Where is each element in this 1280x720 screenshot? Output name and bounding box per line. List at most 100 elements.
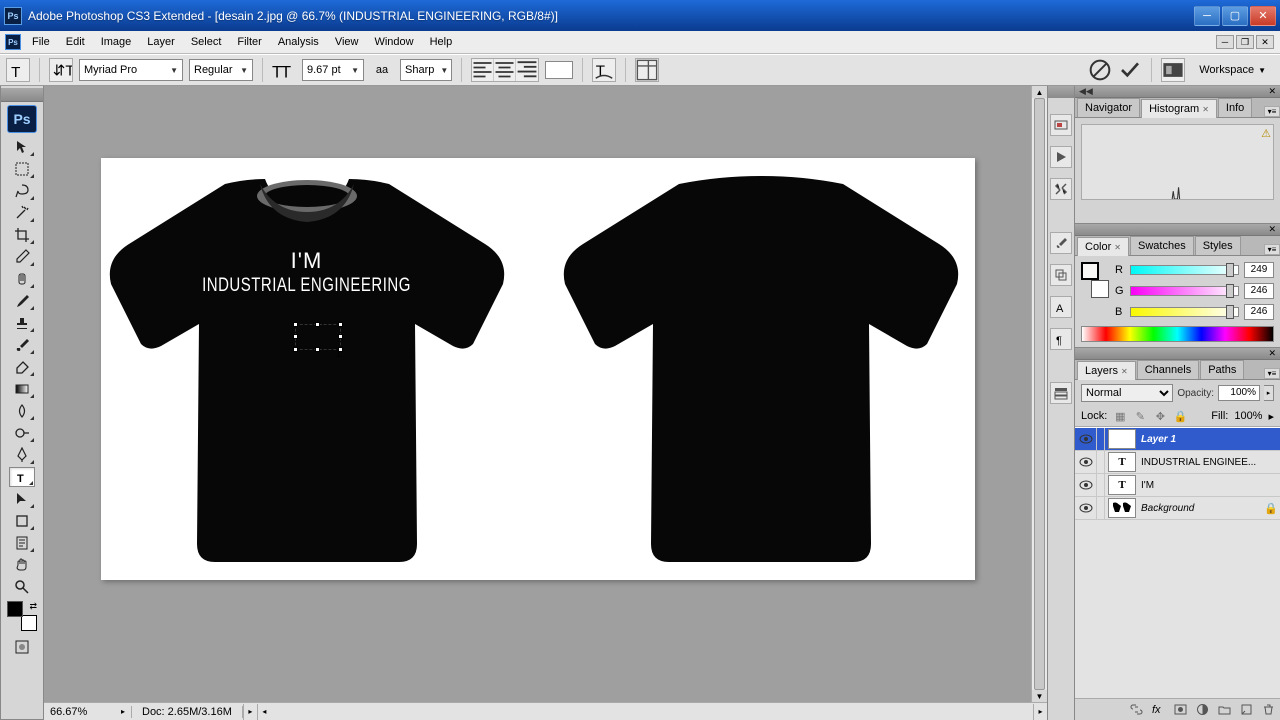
r-slider[interactable] xyxy=(1130,265,1239,275)
eraser-tool[interactable] xyxy=(9,357,35,377)
background-color-swatch[interactable] xyxy=(21,615,37,631)
wand-tool[interactable] xyxy=(9,203,35,223)
doc-size[interactable]: Doc: 2.65M/3.16M xyxy=(132,706,243,718)
color-fgbg-swatch[interactable] xyxy=(1081,262,1109,298)
swap-colors-icon[interactable]: ⇄ xyxy=(29,601,37,612)
menu-help[interactable]: Help xyxy=(422,33,461,51)
blend-mode-dropdown[interactable]: Normal xyxy=(1081,384,1173,402)
layer-name[interactable]: Background xyxy=(1139,503,1262,514)
new-layer-button[interactable] xyxy=(1238,702,1254,718)
opacity-arrow[interactable]: ▸ xyxy=(1264,385,1274,401)
layer-row[interactable]: T Layer 1 xyxy=(1075,428,1280,451)
antialias-dropdown[interactable]: Sharp▼ xyxy=(400,59,452,81)
gradient-tool[interactable] xyxy=(9,379,35,399)
character-panel-button[interactable] xyxy=(635,58,659,82)
color-panel-menu[interactable]: ▾≡ xyxy=(1264,244,1280,255)
align-left-button[interactable] xyxy=(472,59,494,81)
fill-value[interactable]: 100% xyxy=(1234,410,1262,422)
lock-paint-icon[interactable]: ✎ xyxy=(1133,409,1147,423)
status-menu-button[interactable]: ▸ xyxy=(243,704,257,720)
workspace-dropdown[interactable]: Workspace▼ xyxy=(1191,61,1274,79)
color-picker[interactable]: ⇄ xyxy=(7,601,37,631)
layer-row[interactable]: T I'M xyxy=(1075,474,1280,497)
dock-grip[interactable] xyxy=(1048,86,1074,98)
bridge-button[interactable] xyxy=(1161,58,1185,82)
tab-styles[interactable]: Styles xyxy=(1195,236,1241,255)
tab-swatches[interactable]: Swatches xyxy=(1130,236,1194,255)
nav-panel-grip[interactable]: ◀◀✕ xyxy=(1075,86,1280,98)
mdi-minimize-button[interactable]: ─ xyxy=(1216,35,1234,49)
layers-panel-menu[interactable]: ▾≡ xyxy=(1264,368,1280,379)
align-right-button[interactable] xyxy=(516,59,538,81)
menu-window[interactable]: Window xyxy=(366,33,421,51)
delete-layer-button[interactable] xyxy=(1260,702,1276,718)
layer-row[interactable]: T INDUSTRIAL ENGINEE... xyxy=(1075,451,1280,474)
group-layers-button[interactable] xyxy=(1216,702,1232,718)
hscroll-right-button[interactable]: ▸ xyxy=(1033,704,1047,720)
lasso-tool[interactable] xyxy=(9,181,35,201)
opacity-value[interactable]: 100% xyxy=(1218,385,1260,401)
tab-navigator[interactable]: Navigator xyxy=(1077,98,1140,117)
layer-name[interactable]: INDUSTRIAL ENGINEE... xyxy=(1139,457,1280,468)
hand-tool[interactable] xyxy=(9,555,35,575)
eyedropper-tool[interactable] xyxy=(9,247,35,267)
adjustment-layer-button[interactable] xyxy=(1194,702,1210,718)
color-spectrum[interactable] xyxy=(1081,326,1274,342)
layer-row[interactable]: Background 🔒 xyxy=(1075,497,1280,520)
nav-panel-menu[interactable]: ▾≡ xyxy=(1264,106,1280,117)
lock-transparent-icon[interactable]: ▦ xyxy=(1113,409,1127,423)
minimize-button[interactable]: ─ xyxy=(1194,6,1220,26)
close-button[interactable]: ✕ xyxy=(1250,6,1276,26)
dock-clone-icon[interactable] xyxy=(1050,264,1072,286)
tab-paths[interactable]: Paths xyxy=(1200,360,1244,379)
commit-edit-button[interactable] xyxy=(1118,58,1142,82)
pen-tool[interactable] xyxy=(9,445,35,465)
menu-file[interactable]: File xyxy=(24,33,58,51)
tab-info[interactable]: Info xyxy=(1218,98,1252,117)
zoom-level[interactable]: 66.67%▸ xyxy=(44,706,132,718)
dock-navigator-icon[interactable] xyxy=(1050,114,1072,136)
vertical-scrollbar[interactable]: ▲ ▼ xyxy=(1031,86,1047,702)
warp-text-button[interactable]: T xyxy=(592,58,616,82)
menu-filter[interactable]: Filter xyxy=(229,33,269,51)
menu-view[interactable]: View xyxy=(327,33,367,51)
mdi-restore-button[interactable]: ❐ xyxy=(1236,35,1254,49)
dock-layercomps-icon[interactable] xyxy=(1050,382,1072,404)
b-slider[interactable] xyxy=(1130,307,1239,317)
lock-all-icon[interactable]: 🔒 xyxy=(1173,409,1187,423)
layers-panel-grip[interactable]: ✕ xyxy=(1075,348,1280,360)
font-weight-dropdown[interactable]: Regular▼ xyxy=(189,59,253,81)
move-tool[interactable] xyxy=(9,137,35,157)
visibility-toggle[interactable] xyxy=(1075,451,1097,473)
visibility-toggle[interactable] xyxy=(1075,428,1097,450)
healing-tool[interactable] xyxy=(9,269,35,289)
hscroll-left-button[interactable]: ◂ xyxy=(257,704,271,720)
blur-tool[interactable] xyxy=(9,401,35,421)
text-tool-preset-icon[interactable]: T xyxy=(6,58,30,82)
layer-name[interactable]: Layer 1 xyxy=(1139,434,1280,445)
tab-layers[interactable]: Layers✕ xyxy=(1077,361,1136,380)
layer-name[interactable]: I'M xyxy=(1139,480,1280,491)
text-color-swatch[interactable] xyxy=(545,61,573,79)
zoom-tool[interactable] xyxy=(9,577,35,597)
mdi-close-button[interactable]: ✕ xyxy=(1256,35,1274,49)
crop-tool[interactable] xyxy=(9,225,35,245)
dock-brush-icon[interactable] xyxy=(1050,232,1072,254)
history-brush-tool[interactable] xyxy=(9,335,35,355)
layer-fx-button[interactable]: fx xyxy=(1150,702,1166,718)
text-orientation-button[interactable]: ⇵T xyxy=(49,58,73,82)
tab-color[interactable]: Color✕ xyxy=(1077,237,1129,256)
tab-histogram[interactable]: Histogram✕ xyxy=(1141,99,1217,118)
lock-position-icon[interactable]: ✥ xyxy=(1153,409,1167,423)
dock-character-icon[interactable]: A xyxy=(1050,296,1072,318)
visibility-toggle[interactable] xyxy=(1075,497,1097,519)
menu-layer[interactable]: Layer xyxy=(139,33,183,51)
link-layers-button[interactable] xyxy=(1128,702,1144,718)
color-panel-grip[interactable]: ✕ xyxy=(1075,224,1280,236)
menu-analysis[interactable]: Analysis xyxy=(270,33,327,51)
menu-image[interactable]: Image xyxy=(93,33,140,51)
dock-play-icon[interactable] xyxy=(1050,146,1072,168)
fill-arrow[interactable]: ▸ xyxy=(1268,410,1274,423)
document-canvas[interactable]: I'M INDUSTRIAL ENGINEERING ⌶ xyxy=(101,158,975,580)
font-family-dropdown[interactable]: Myriad Pro▼ xyxy=(79,59,183,81)
